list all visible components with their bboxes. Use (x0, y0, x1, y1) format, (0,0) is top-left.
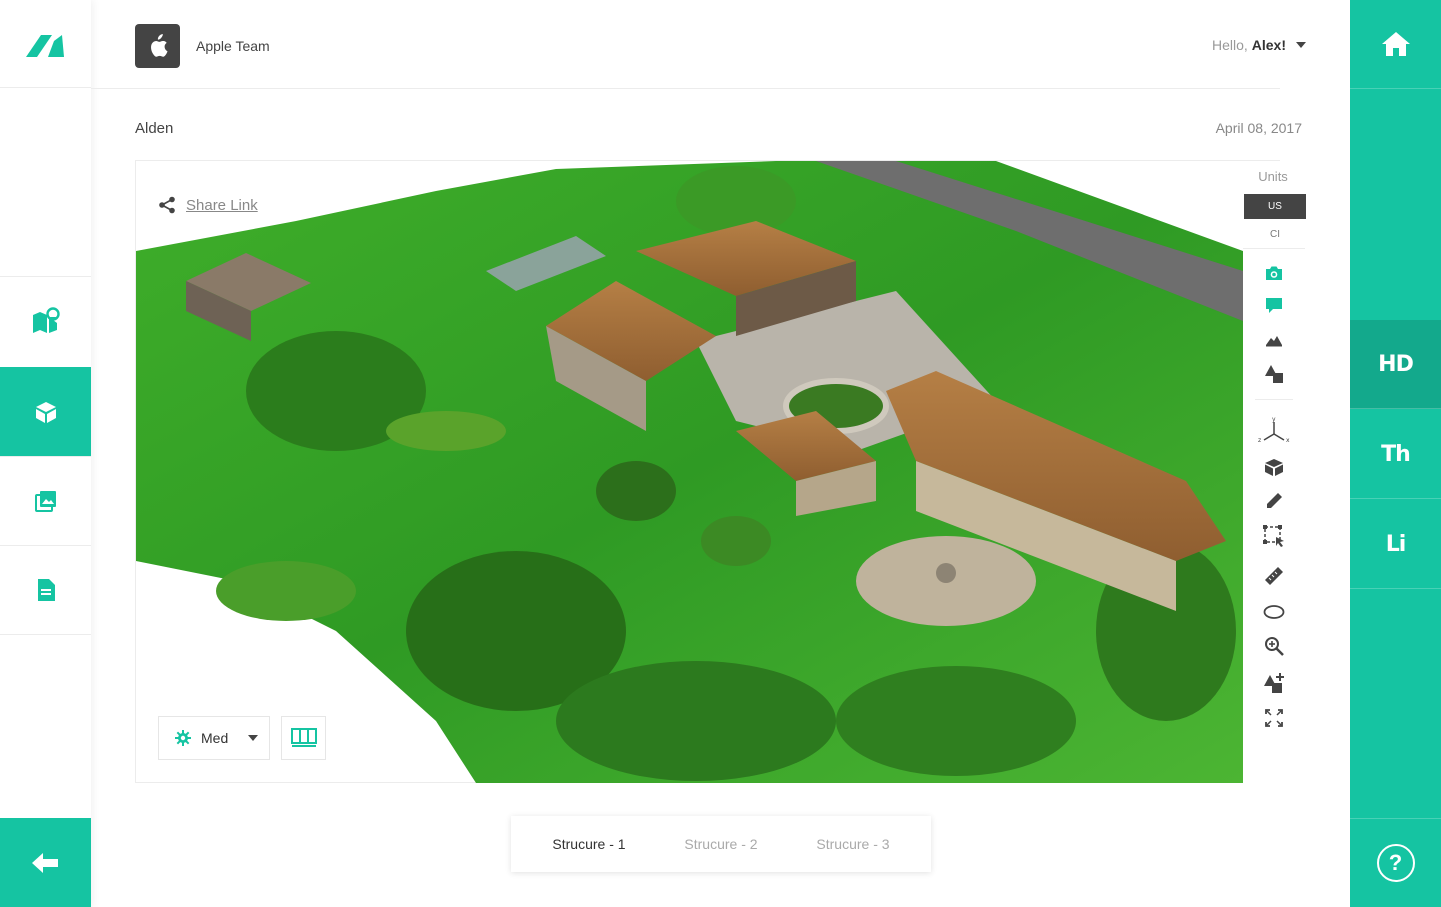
draw-tool[interactable] (1263, 490, 1285, 512)
user-menu[interactable]: Hello, Alex! (1212, 37, 1306, 53)
axis-tool[interactable]: y z x (1256, 416, 1292, 444)
chevron-down-icon (248, 735, 259, 741)
unit-ci-button[interactable]: CI (1244, 222, 1306, 247)
volume-tool[interactable] (1263, 456, 1285, 478)
layout-toggle-button[interactable] (281, 716, 326, 760)
share-link-label: Share Link (186, 196, 258, 214)
nav-gallery[interactable] (0, 456, 91, 545)
shapes-tool[interactable] (1263, 363, 1285, 385)
team-name: Apple Team (196, 38, 270, 54)
quality-select[interactable]: Med (158, 716, 270, 760)
add-shape-icon (1264, 673, 1284, 693)
quality-value: Med (201, 730, 229, 746)
greeting-prefix: Hello, (1211, 37, 1248, 53)
left-sidebar (0, 0, 91, 907)
back-button[interactable] (0, 818, 91, 907)
screenshot-tool[interactable] (1263, 262, 1285, 284)
team-logo[interactable] (135, 24, 180, 68)
cube-icon (35, 402, 56, 423)
user-name: Alex! (1251, 37, 1286, 53)
zoom-in-icon (1265, 637, 1284, 656)
select-icon (1263, 525, 1284, 547)
structure-tabs: Strucure - 1 Strucure - 2 Strucure - 3 (511, 816, 931, 872)
axis-icon: y z x (1258, 416, 1290, 444)
home-button[interactable] (1350, 0, 1441, 89)
svg-text:y: y (1272, 416, 1276, 423)
document-icon (37, 579, 55, 601)
unit-us-button[interactable]: US (1244, 194, 1306, 219)
3d-model-canvas[interactable] (136, 161, 1243, 783)
view-hd-button[interactable]: HD (1350, 320, 1441, 409)
header-divider (91, 88, 1280, 89)
help-icon: ? (1376, 844, 1415, 882)
app-logo[interactable] (0, 0, 91, 88)
map-pin-icon (32, 307, 60, 333)
comment-icon (1266, 298, 1282, 313)
measure-tool[interactable] (1263, 565, 1285, 587)
nav-report[interactable] (0, 545, 91, 634)
app-root: Apple Team Hello, Alex! Alden April 08, … (0, 0, 1441, 907)
nav-3d-model[interactable] (0, 367, 91, 456)
zoom-tool[interactable] (1263, 635, 1285, 657)
help-button[interactable]: ? (1350, 818, 1441, 907)
tab-structure-2[interactable]: Strucure - 2 (684, 836, 757, 852)
chevron-down-icon (1296, 42, 1306, 48)
project-date: April 08, 2017 (1215, 120, 1302, 136)
logo-icon (25, 34, 64, 57)
ellipse-icon (1263, 605, 1285, 619)
split-view-icon (290, 728, 317, 747)
tool-divider (1255, 399, 1293, 400)
view-li-button[interactable]: Li (1350, 500, 1441, 589)
share-icon (159, 196, 175, 214)
apple-icon (150, 34, 167, 57)
svg-text:x: x (1286, 437, 1290, 444)
project-name: Alden (135, 120, 174, 137)
cube-icon (1265, 459, 1283, 476)
camera-icon (1266, 266, 1282, 280)
aerial-model-render (136, 161, 1243, 783)
right-sidebar: HD Th Li ? (1350, 0, 1441, 907)
view-th-button[interactable]: Th (1350, 410, 1441, 499)
share-link[interactable]: Share Link (158, 196, 258, 214)
model-viewer: Share Link Med Units US CI y z x (135, 160, 1307, 783)
nav-divider (0, 634, 91, 635)
home-icon (1381, 32, 1410, 56)
tab-structure-1[interactable]: Strucure - 1 (552, 836, 625, 852)
comment-tool[interactable] (1263, 295, 1285, 317)
ellipse-tool[interactable] (1263, 601, 1285, 623)
terrain-icon (1266, 336, 1282, 347)
fullscreen-icon (1265, 709, 1283, 727)
back-arrow-icon (31, 852, 58, 873)
tab-structure-3[interactable]: Strucure - 3 (816, 836, 889, 852)
terrain-tool[interactable] (1263, 328, 1285, 350)
ruler-icon (1265, 567, 1283, 585)
pencil-icon (1267, 493, 1282, 508)
tool-divider (1243, 248, 1305, 249)
area-select-tool[interactable] (1263, 525, 1285, 547)
units-label: Units (1258, 169, 1288, 184)
nav-map[interactable] (0, 276, 91, 365)
svg-text:z: z (1258, 437, 1261, 444)
shapes-icon (1265, 365, 1283, 383)
tool-column: Units US CI y z x (1243, 161, 1307, 783)
gallery-icon (34, 491, 56, 512)
fullscreen-tool[interactable] (1263, 707, 1285, 729)
gear-icon (175, 730, 191, 746)
add-shape-tool[interactable] (1263, 672, 1285, 694)
